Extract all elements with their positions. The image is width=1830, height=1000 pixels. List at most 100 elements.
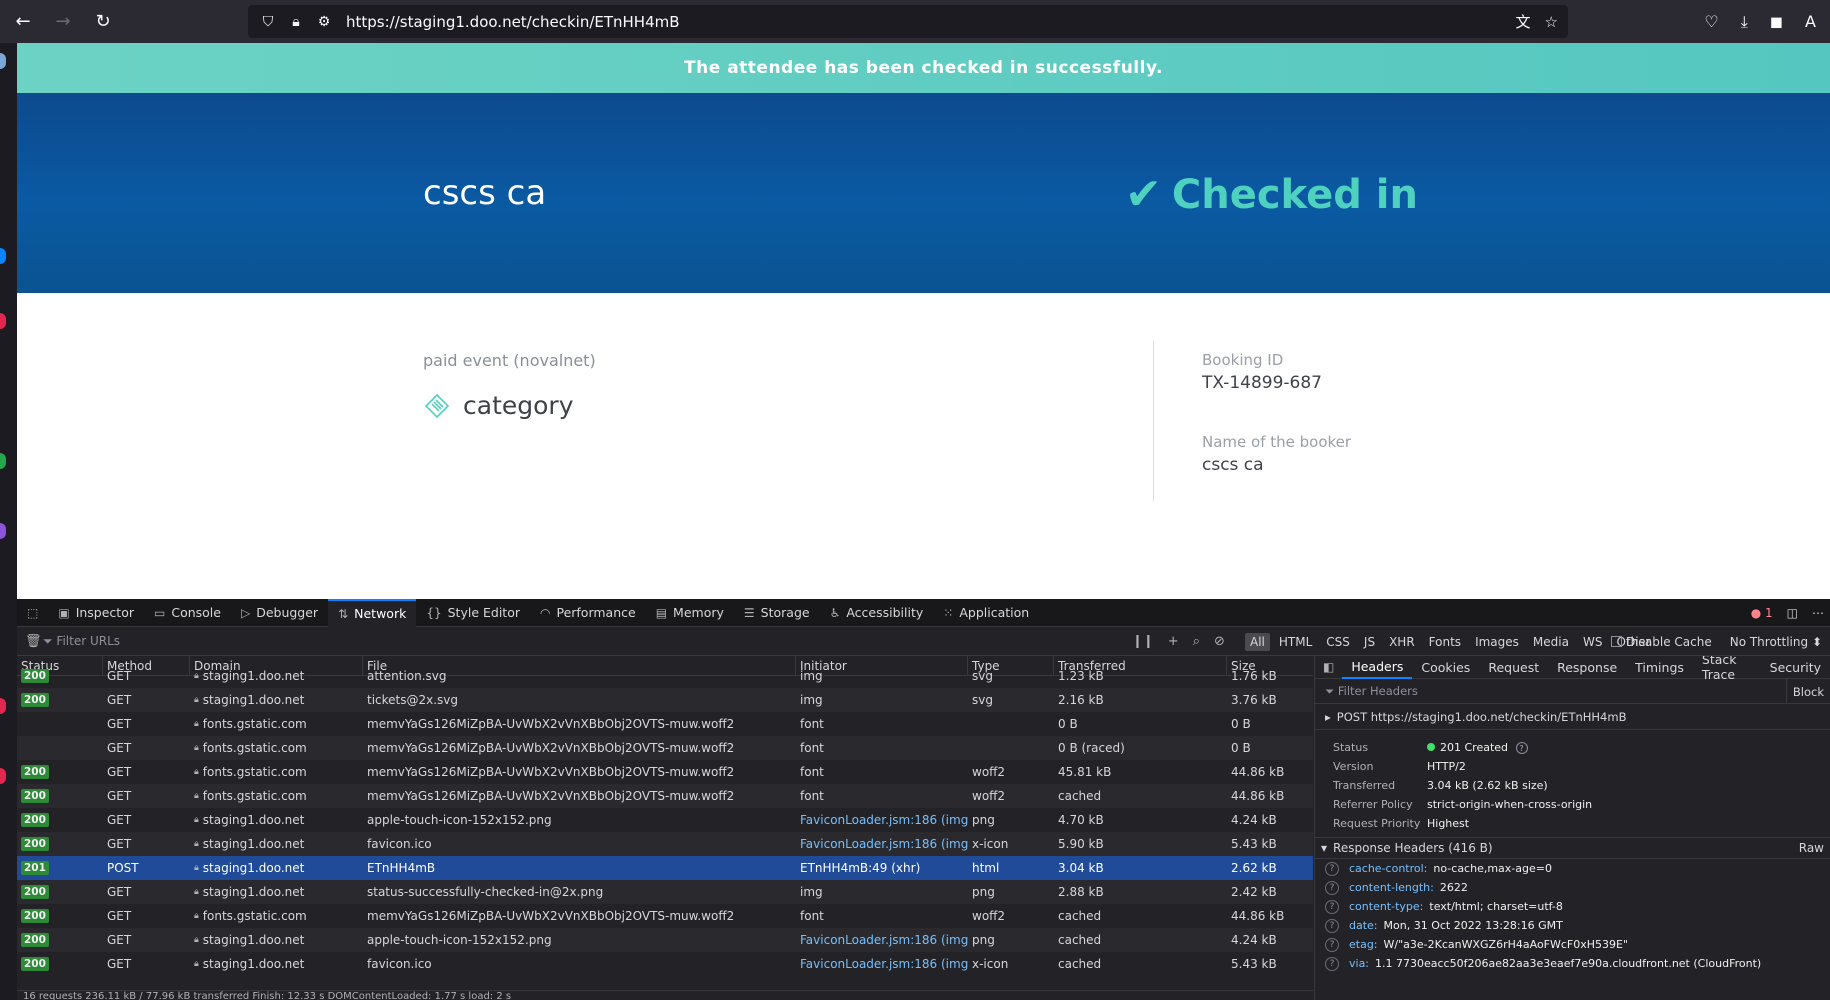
- url-bar[interactable]: ⛉ 🔒︎ ⚙ https://staging1.doo.net/checkin/…: [248, 5, 1568, 38]
- response-headers-toggle[interactable]: ▾ Response Headers (416 B) Raw: [1315, 837, 1830, 859]
- sidebar-tab[interactable]: [0, 698, 6, 714]
- tab-memory[interactable]: ▤ Memory: [646, 599, 734, 627]
- help-icon[interactable]: ?: [1325, 899, 1339, 914]
- initiator-cell[interactable]: FaviconLoader.jsm:186 (img): [800, 813, 968, 827]
- plus-icon[interactable]: +: [1168, 634, 1179, 649]
- forward-button[interactable]: →: [46, 5, 80, 39]
- initiator-cell[interactable]: FaviconLoader.jsm:186 (img): [800, 933, 968, 947]
- table-row[interactable]: 200 GET 🔒︎ staging1.doo.net tickets@2x.svg im…: [17, 688, 1313, 712]
- pause-icon[interactable]: ❙❙: [1132, 634, 1154, 649]
- block-button[interactable]: Block: [1785, 679, 1830, 704]
- shield-icon[interactable]: ⛉: [260, 14, 276, 30]
- details-tab-timings[interactable]: Timings: [1626, 656, 1693, 679]
- table-row[interactable]: 200 GET 🔒︎ fonts.gstatic.com memvYaGs126MiZp…: [17, 760, 1313, 784]
- details-tab-security[interactable]: Security: [1761, 656, 1830, 679]
- filter-xhr[interactable]: XHR: [1384, 633, 1420, 651]
- tab-console[interactable]: ▭ Console: [144, 599, 231, 627]
- filter-urls-input[interactable]: ⏷ Filter URLs: [43, 634, 120, 649]
- help-icon[interactable]: ?: [1325, 937, 1339, 952]
- tab-network[interactable]: ⇅ Network: [328, 598, 417, 627]
- tab-accessibility[interactable]: ♿ Accessibility: [820, 599, 934, 627]
- tab-inspector[interactable]: ▣ Inspector: [48, 599, 144, 627]
- sidebar-tab[interactable]: [0, 453, 6, 469]
- details-tab-stack-trace[interactable]: Stack Trace: [1693, 656, 1761, 682]
- request-line[interactable]: ▸ POST https://staging1.doo.net/checkin/…: [1315, 704, 1830, 730]
- table-row[interactable]: 200 GET 🔒︎ fonts.gstatic.com memvYaGs126MiZp…: [17, 784, 1313, 808]
- accessibility-icon: ♿: [829, 605, 841, 620]
- sidebar-tab[interactable]: [0, 248, 6, 264]
- transferred-cell: 4.70 kB: [1058, 813, 1104, 827]
- sidebar-tab[interactable]: [0, 53, 6, 69]
- transferred-cell: 3.04 kB: [1058, 861, 1104, 875]
- ticket-icon: [424, 393, 450, 418]
- block-icon[interactable]: ⊘: [1214, 634, 1225, 649]
- details-tab-cookies[interactable]: Cookies: [1412, 656, 1479, 679]
- response-header-row[interactable]: ? date: Mon, 31 Oct 2022 13:28:16 GMT: [1315, 916, 1830, 935]
- details-tab-response[interactable]: Response: [1548, 656, 1626, 679]
- throttling-select[interactable]: No Throttling ⬍: [1730, 635, 1822, 649]
- filter-js[interactable]: JS: [1359, 633, 1380, 651]
- table-row[interactable]: 200 GET 🔒︎ staging1.doo.net attention.svg img…: [17, 664, 1313, 688]
- response-header-row[interactable]: ? content-length: 2622: [1315, 878, 1830, 897]
- filter-media[interactable]: Media: [1528, 633, 1574, 651]
- filter-html[interactable]: HTML: [1274, 633, 1317, 651]
- response-header-row[interactable]: ? cache-control: no-cache,max-age=0: [1315, 859, 1830, 878]
- response-header-row[interactable]: ? via: 1.1 7730eacc50f206ae82aa3e3eaef7e90…: [1315, 954, 1830, 973]
- table-row[interactable]: 200 GET 🔒︎ staging1.doo.net favicon.ico Favic…: [17, 952, 1313, 976]
- sidebar-tab[interactable]: [0, 768, 6, 784]
- filter-css[interactable]: CSS: [1321, 633, 1355, 651]
- response-header-row[interactable]: ? etag: W/"a3e-2KcanWXGZ6rH4aAoFWcF0xH539E…: [1315, 935, 1830, 954]
- help-icon[interactable]: ?: [1325, 880, 1339, 895]
- tab-debugger[interactable]: ▷ Debugger: [231, 599, 328, 627]
- toggle-panel-icon[interactable]: ◧: [1315, 660, 1342, 674]
- element-picker-button[interactable]: ⬚: [17, 599, 48, 627]
- tab-application[interactable]: ⁙ Application: [933, 599, 1039, 627]
- back-button[interactable]: ←: [6, 5, 40, 39]
- lock-icon[interactable]: 🔒︎: [288, 14, 304, 30]
- trash-icon[interactable]: 🗑︎: [25, 634, 42, 649]
- help-icon[interactable]: ?: [1325, 956, 1339, 971]
- help-icon[interactable]: ?: [1515, 742, 1528, 754]
- tab-label: Network: [354, 606, 407, 621]
- tab-performance[interactable]: ◠ Performance: [530, 599, 646, 627]
- url-text[interactable]: https://staging1.doo.net/checkin/ETnHH4m…: [346, 13, 680, 31]
- table-row[interactable]: 201 POST 🔒︎ staging1.doo.net ETnHH4mB ETnHH4m…: [17, 856, 1313, 880]
- filter-images[interactable]: Images: [1470, 633, 1524, 651]
- table-row[interactable]: GET 🔒︎ fonts.gstatic.com memvYaGs126MiZpBA-…: [17, 736, 1313, 760]
- sidebar-tab[interactable]: [0, 313, 6, 329]
- tab-style-editor[interactable]: {} Style Editor: [416, 599, 530, 627]
- table-row[interactable]: 200 GET 🔒︎ staging1.doo.net status-successfu…: [17, 880, 1313, 904]
- initiator-cell[interactable]: FaviconLoader.jsm:186 (img): [800, 957, 968, 971]
- table-row[interactable]: 200 GET 🔒︎ fonts.gstatic.com memvYaGs126MiZp…: [17, 904, 1313, 928]
- help-icon[interactable]: ?: [1325, 918, 1339, 933]
- filter-fonts[interactable]: Fonts: [1424, 633, 1466, 651]
- translate-extension-icon[interactable]: A: [1805, 12, 1816, 31]
- details-tab-headers[interactable]: Headers: [1342, 656, 1413, 679]
- initiator-cell[interactable]: FaviconLoader.jsm:186 (img): [800, 837, 968, 851]
- filter-all[interactable]: All: [1245, 632, 1270, 651]
- bookmark-star-icon[interactable]: ☆: [1545, 13, 1558, 31]
- table-row[interactable]: 200 GET 🔒︎ staging1.doo.net apple-touch-icon…: [17, 928, 1313, 952]
- details-tab-request[interactable]: Request: [1479, 656, 1548, 679]
- error-count[interactable]: ● 1: [1751, 606, 1773, 620]
- downloads-icon[interactable]: ⤓: [1741, 12, 1748, 32]
- pocket-icon[interactable]: ♡: [1704, 12, 1718, 31]
- search-icon[interactable]: ⌕: [1193, 634, 1200, 649]
- table-row[interactable]: GET 🔒︎ fonts.gstatic.com memvYaGs126MiZpBA-…: [17, 712, 1313, 736]
- sidebar-tab[interactable]: [0, 523, 6, 539]
- response-header-row[interactable]: ? content-type: text/html; charset=utf-8: [1315, 897, 1830, 916]
- reload-button[interactable]: ↻: [86, 5, 120, 39]
- filter-ws[interactable]: WS: [1578, 633, 1607, 651]
- filter-headers-input[interactable]: ⏷ Filter Headers Block: [1315, 679, 1830, 704]
- permissions-icon[interactable]: ⚙: [316, 14, 332, 30]
- tab-storage[interactable]: ☰ Storage: [734, 599, 820, 627]
- dock-icon[interactable]: ◫: [1787, 606, 1798, 620]
- disable-cache-checkbox[interactable]: Disable Cache: [1611, 635, 1712, 649]
- table-row[interactable]: 200 GET 🔒︎ staging1.doo.net favicon.ico Favic…: [17, 832, 1313, 856]
- translate-icon[interactable]: 文: [1516, 11, 1531, 32]
- extension-icon[interactable]: ◼: [1770, 12, 1783, 31]
- table-row[interactable]: 200 GET 🔒︎ staging1.doo.net apple-touch-icon…: [17, 808, 1313, 832]
- help-icon[interactable]: ?: [1325, 861, 1339, 876]
- raw-toggle[interactable]: Raw: [1799, 841, 1824, 855]
- more-icon[interactable]: ⋯: [1812, 606, 1824, 620]
